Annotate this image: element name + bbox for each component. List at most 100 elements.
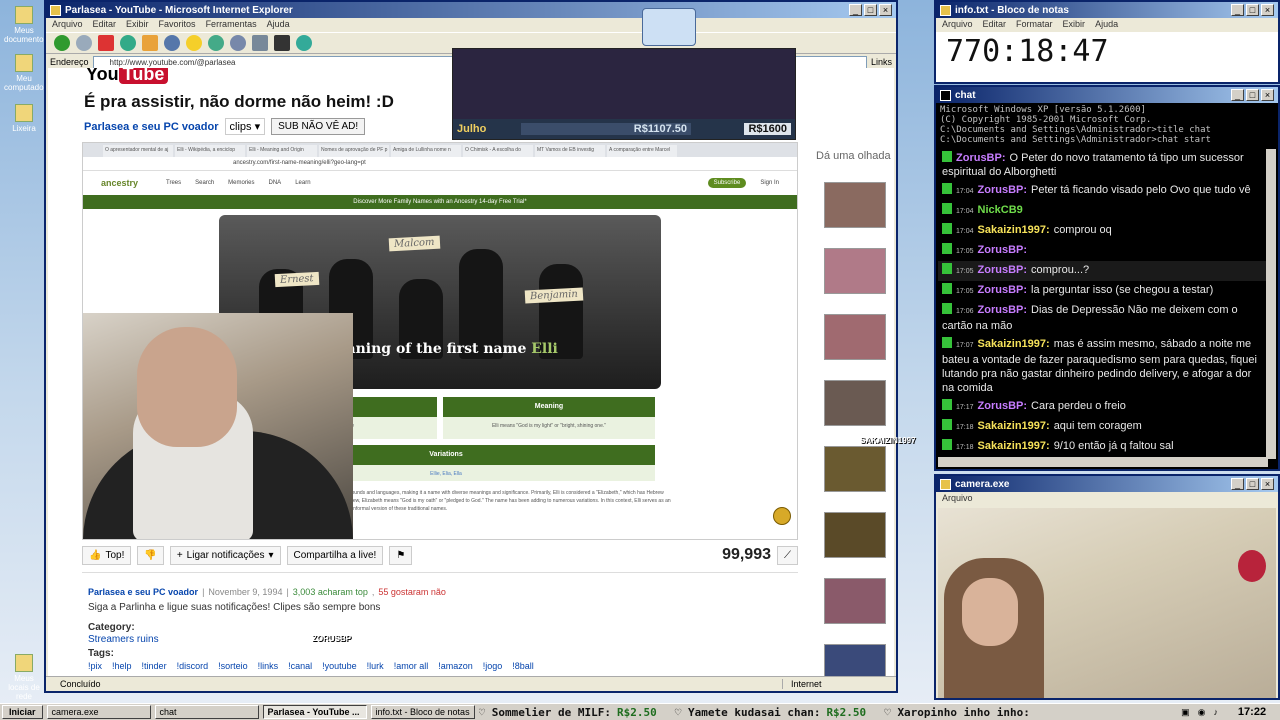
- desktop-icon-documents[interactable]: Meus documentos: [4, 6, 48, 44]
- share-button[interactable]: Compartilha a live!: [286, 545, 384, 565]
- close-button[interactable]: ×: [1261, 89, 1274, 101]
- close-button[interactable]: ×: [1261, 4, 1274, 16]
- tag-link[interactable]: !youtube: [322, 660, 357, 672]
- search-icon[interactable]: [164, 35, 180, 51]
- tag-link[interactable]: !jogo: [483, 660, 503, 672]
- maximize-button[interactable]: □: [1246, 89, 1259, 101]
- chat-titlebar[interactable]: chat _ □ ×: [936, 87, 1278, 103]
- flag-button[interactable]: ⚑: [389, 545, 413, 565]
- desktop-icon-computer[interactable]: Meu computador: [4, 54, 46, 92]
- maximize-button[interactable]: □: [1246, 4, 1259, 16]
- notify-button[interactable]: + Ligar notificações ▾: [169, 545, 281, 565]
- print-icon[interactable]: [252, 35, 268, 51]
- notepad-titlebar[interactable]: info.txt - Bloco de notas _ □ ×: [936, 2, 1278, 18]
- desktop-icon-recycle[interactable]: Lixeira: [4, 104, 44, 133]
- minimize-button[interactable]: _: [1231, 4, 1244, 16]
- ie-titlebar[interactable]: Parlasea - YouTube - Microsoft Internet …: [46, 2, 896, 18]
- chat-username[interactable]: ZorusBP:: [978, 400, 1028, 412]
- chat-username[interactable]: ZorusBP:: [978, 264, 1028, 276]
- edit-icon[interactable]: [274, 35, 290, 51]
- links-label[interactable]: Links: [871, 57, 892, 67]
- related-video-thumb[interactable]: [824, 380, 886, 426]
- menu-formatar[interactable]: Formatar: [1016, 19, 1053, 31]
- tag-link[interactable]: !amor all: [394, 660, 429, 672]
- channel-link[interactable]: Parlasea e seu PC voador: [84, 121, 219, 133]
- tag-link[interactable]: !links: [258, 660, 279, 672]
- start-button[interactable]: Iniciar: [2, 705, 43, 719]
- home-icon[interactable]: [142, 35, 158, 51]
- subscribe-button[interactable]: SUB NÃO VÊ AD!: [271, 118, 366, 135]
- chat-username[interactable]: ZorusBP:: [956, 152, 1006, 164]
- menu-arquivo[interactable]: Arquivo: [942, 493, 973, 505]
- tray-icon[interactable]: ◉: [1198, 707, 1206, 718]
- chat-username[interactable]: ZorusBP:: [978, 184, 1028, 196]
- related-video-thumb[interactable]: [824, 182, 886, 228]
- related-video-thumb[interactable]: [824, 314, 886, 360]
- close-button[interactable]: ×: [1261, 478, 1274, 490]
- like-button[interactable]: 👍 Top!: [82, 545, 132, 565]
- chat-username[interactable]: ZorusBP:: [978, 244, 1028, 256]
- back-icon[interactable]: [54, 35, 70, 51]
- tag-link[interactable]: !canal: [288, 660, 312, 672]
- tag-link[interactable]: !8ball: [512, 660, 534, 672]
- chat-username[interactable]: Sakaizin1997:: [978, 224, 1050, 236]
- forward-icon[interactable]: [76, 35, 92, 51]
- tag-link[interactable]: !sorteio: [218, 660, 248, 672]
- chat-hscrollbar[interactable]: [938, 457, 1268, 467]
- maximize-button[interactable]: □: [1246, 478, 1259, 490]
- history-icon[interactable]: [208, 35, 224, 51]
- chat-username[interactable]: ZorusBP:: [978, 304, 1028, 316]
- mail-icon[interactable]: [230, 35, 246, 51]
- favorites-icon[interactable]: [186, 35, 202, 51]
- camera-titlebar[interactable]: camera.exe _ □ ×: [936, 476, 1278, 492]
- menu-exibir[interactable]: Exibir: [126, 19, 149, 31]
- desktop-icon-network[interactable]: Meus locais de rede: [4, 654, 44, 701]
- volume-icon[interactable]: ♪: [1214, 707, 1219, 717]
- task-camera[interactable]: camera.exe: [46, 705, 151, 719]
- category-link[interactable]: Streamers ruins: [88, 634, 159, 645]
- stats-button[interactable]: ⟋: [777, 545, 798, 565]
- minimize-button[interactable]: _: [849, 4, 862, 16]
- menu-editar[interactable]: Editar: [93, 19, 117, 31]
- tag-link[interactable]: !amazon: [438, 660, 473, 672]
- dislike-button[interactable]: 👎: [137, 545, 164, 565]
- menu-ajuda[interactable]: Ajuda: [1095, 19, 1118, 31]
- menu-arquivo[interactable]: Arquivo: [52, 19, 83, 31]
- tag-link[interactable]: !help: [112, 660, 132, 672]
- chat-username[interactable]: NickCB9: [978, 204, 1023, 216]
- menu-exibir[interactable]: Exibir: [1063, 19, 1086, 31]
- messenger-icon[interactable]: [296, 35, 312, 51]
- related-video-thumb[interactable]: [824, 446, 886, 492]
- stop-icon[interactable]: [98, 35, 114, 51]
- description-channel[interactable]: Parlasea e seu PC voador: [88, 586, 198, 598]
- related-video-thumb[interactable]: [824, 578, 886, 624]
- tag-link[interactable]: !lurk: [367, 660, 384, 672]
- tray-icon[interactable]: ▣: [1181, 707, 1190, 718]
- task-ie[interactable]: Parlasea - YouTube ...: [262, 705, 367, 719]
- tag-link[interactable]: !pix: [88, 660, 102, 672]
- close-button[interactable]: ×: [879, 4, 892, 16]
- menu-ajuda[interactable]: Ajuda: [267, 19, 290, 31]
- menu-arquivo[interactable]: Arquivo: [942, 19, 973, 31]
- tag-link[interactable]: !tinder: [142, 660, 167, 672]
- chat-username[interactable]: ZorusBP:: [978, 284, 1028, 296]
- task-chat[interactable]: chat: [154, 705, 259, 719]
- maximize-button[interactable]: □: [864, 4, 877, 16]
- clips-dropdown[interactable]: clips ▾: [224, 118, 266, 135]
- chat-scrollbar[interactable]: [1266, 149, 1276, 459]
- menu-editar[interactable]: Editar: [983, 19, 1007, 31]
- task-notepad[interactable]: info.txt - Bloco de notas: [370, 705, 475, 719]
- notepad-text[interactable]: 770:18:47: [936, 32, 1278, 71]
- menu-ferramentas[interactable]: Ferramentas: [206, 19, 257, 31]
- youtube-logo[interactable]: You Tube: [86, 68, 169, 85]
- minimize-button[interactable]: _: [1231, 478, 1244, 490]
- chat-username[interactable]: Sakaizin1997:: [978, 338, 1050, 350]
- related-video-thumb[interactable]: [824, 512, 886, 558]
- menu-favoritos[interactable]: Favoritos: [159, 19, 196, 31]
- related-video-thumb[interactable]: [824, 248, 886, 294]
- refresh-icon[interactable]: [120, 35, 136, 51]
- video-player[interactable]: O apresentador mental de aj Elli - Wikip…: [82, 142, 798, 540]
- related-video-thumb[interactable]: [824, 644, 886, 676]
- chat-username[interactable]: Sakaizin1997:: [978, 440, 1050, 452]
- minimize-button[interactable]: _: [1231, 89, 1244, 101]
